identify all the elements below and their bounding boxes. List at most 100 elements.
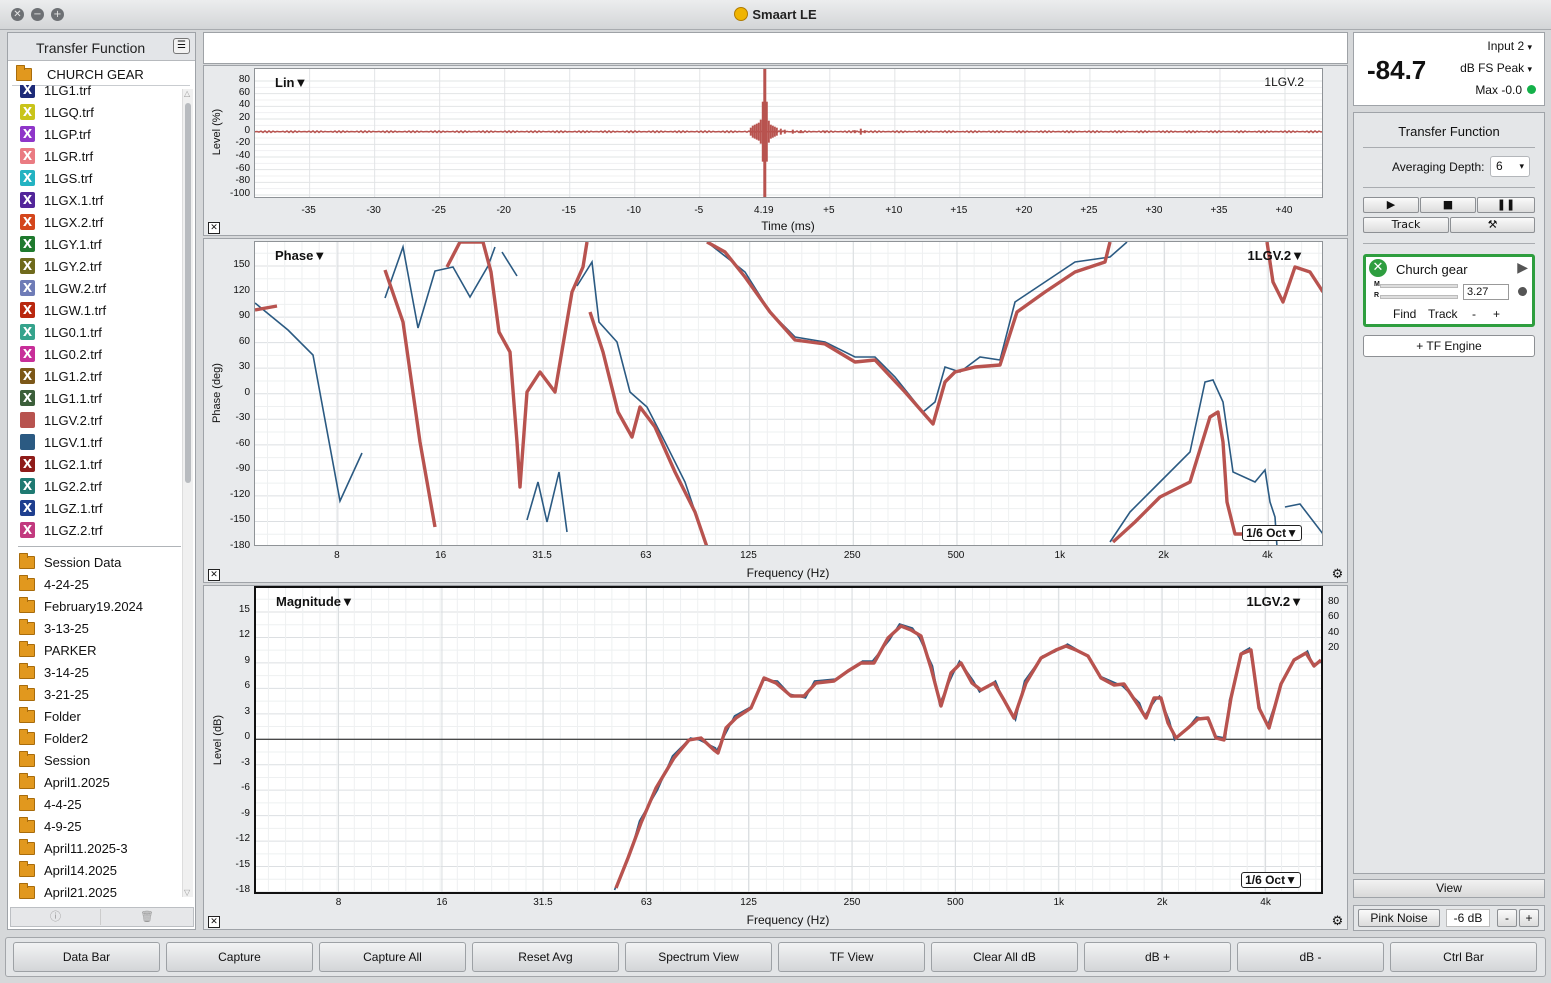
meter-input-select[interactable]: Input 2 ▾ bbox=[1487, 39, 1532, 53]
file-item[interactable]: X 1LGW.2.trf bbox=[18, 277, 183, 299]
trace-file-icon[interactable]: X bbox=[20, 456, 35, 472]
gear-icon[interactable]: ⚙ bbox=[1330, 914, 1345, 929]
command-button[interactable]: Clear All dB bbox=[931, 942, 1078, 972]
trace-file-icon[interactable]: X bbox=[20, 148, 35, 164]
record-icon[interactable] bbox=[1518, 287, 1527, 296]
scroll-thumb[interactable] bbox=[185, 103, 191, 483]
command-button[interactable]: Spectrum View bbox=[625, 942, 772, 972]
scroll-up-icon[interactable]: △ bbox=[184, 89, 190, 98]
command-button[interactable]: dB + bbox=[1084, 942, 1231, 972]
file-item[interactable]: X 1LG2.2.trf bbox=[18, 475, 183, 497]
file-item[interactable]: X 1LG1.trf bbox=[18, 85, 183, 101]
trace-file-icon[interactable]: X bbox=[20, 126, 35, 142]
magnitude-smoothing-select[interactable]: 1/6 Oct▼ bbox=[1241, 872, 1301, 888]
file-item[interactable]: X 1LGQ.trf bbox=[18, 101, 183, 123]
folder-item[interactable]: April14.2025 bbox=[18, 859, 183, 881]
trace-file-icon[interactable]: X bbox=[20, 258, 35, 274]
averaging-select[interactable]: 6 ▾ bbox=[1490, 156, 1530, 177]
engine-play-icon[interactable]: ▶ bbox=[1517, 260, 1528, 276]
magnitude-trace-label[interactable]: 1LGV.2▼ bbox=[1247, 594, 1303, 609]
trace-file-icon[interactable] bbox=[20, 412, 35, 428]
file-item[interactable]: X 1LGY.1.trf bbox=[18, 233, 183, 255]
file-item[interactable]: X 1LG0.1.trf bbox=[18, 321, 183, 343]
command-button[interactable]: Ctrl Bar bbox=[1390, 942, 1537, 972]
tf-engine-card[interactable]: ✕ Church gear ▶ M R 3.27 Find Track - + bbox=[1363, 254, 1535, 327]
file-item[interactable]: X 1LGZ.1.trf bbox=[18, 497, 183, 519]
file-item[interactable]: X 1LGW.1.trf bbox=[18, 299, 183, 321]
trace-file-icon[interactable] bbox=[20, 434, 35, 450]
root-folder[interactable]: CHURCH GEAR bbox=[12, 64, 190, 86]
file-item[interactable]: X 1LGR.trf bbox=[18, 145, 183, 167]
file-item[interactable]: X 1LG2.1.trf bbox=[18, 453, 183, 475]
find-button[interactable]: Find bbox=[1393, 307, 1416, 321]
folder-item[interactable]: 4-4-25 bbox=[18, 793, 183, 815]
folder-item[interactable]: April1.2025 bbox=[18, 771, 183, 793]
file-item[interactable]: X 1LG0.2.trf bbox=[18, 343, 183, 365]
trace-file-icon[interactable]: X bbox=[20, 324, 35, 340]
stop-button[interactable]: ■ bbox=[1420, 197, 1476, 213]
add-tf-engine-button[interactable]: + TF Engine bbox=[1363, 335, 1535, 357]
phase-title[interactable]: Phase▼ bbox=[275, 248, 326, 263]
trace-file-icon[interactable]: X bbox=[20, 522, 35, 538]
trace-file-icon[interactable]: X bbox=[20, 214, 35, 230]
folder-item[interactable]: 4-9-25 bbox=[18, 815, 183, 837]
file-item[interactable]: X 1LG1.1.trf bbox=[18, 387, 183, 409]
folder-item[interactable]: April21.2025 bbox=[18, 881, 183, 903]
folder-item[interactable]: PARKER bbox=[18, 639, 183, 661]
folder-item[interactable]: Session bbox=[18, 749, 183, 771]
trace-file-icon[interactable]: X bbox=[20, 170, 35, 186]
folder-item[interactable]: 4-24-25 bbox=[18, 573, 183, 595]
command-button[interactable]: Reset Avg bbox=[472, 942, 619, 972]
impulse-title[interactable]: Lin▼ bbox=[275, 75, 307, 90]
pink-noise-button[interactable]: Pink Noise bbox=[1358, 909, 1440, 927]
engine-track-button[interactable]: Track bbox=[1428, 307, 1458, 321]
trace-file-icon[interactable]: X bbox=[20, 346, 35, 362]
magnitude-plot-area[interactable]: Magnitude▼ 1LGV.2▼ 1/6 Oct▼ bbox=[254, 586, 1323, 894]
folder-item[interactable]: April11.2025-3 bbox=[18, 837, 183, 859]
command-button[interactable]: TF View bbox=[778, 942, 925, 972]
magnitude-title[interactable]: Magnitude▼ bbox=[276, 594, 354, 609]
meter-unit-select[interactable]: dB FS Peak ▾ bbox=[1460, 61, 1532, 75]
command-button[interactable]: Data Bar bbox=[13, 942, 160, 972]
trace-file-icon[interactable]: X bbox=[20, 85, 35, 98]
trace-file-icon[interactable]: X bbox=[20, 478, 35, 494]
file-item[interactable]: X 1LGX.1.trf bbox=[18, 189, 183, 211]
play-button[interactable]: ▶ bbox=[1363, 197, 1419, 213]
scroll-down-icon[interactable]: ▽ bbox=[184, 888, 190, 897]
info-icon[interactable]: ⓘ bbox=[11, 909, 101, 925]
browser-menu-icon[interactable]: ☰ bbox=[173, 38, 190, 54]
track-button[interactable]: Track bbox=[1363, 217, 1449, 233]
trace-file-icon[interactable]: X bbox=[20, 390, 35, 406]
phase-smoothing-select[interactable]: 1/6 Oct▼ bbox=[1242, 525, 1302, 541]
close-plot-icon[interactable]: ✕ bbox=[208, 222, 220, 234]
folder-item[interactable]: Folder bbox=[18, 705, 183, 727]
trace-file-icon[interactable]: X bbox=[20, 104, 35, 120]
file-item[interactable]: X 1LGP.trf bbox=[18, 123, 183, 145]
trace-file-icon[interactable]: X bbox=[20, 368, 35, 384]
trace-file-icon[interactable]: X bbox=[20, 192, 35, 208]
trace-file-icon[interactable]: X bbox=[20, 500, 35, 516]
trace-file-icon[interactable]: X bbox=[20, 280, 35, 296]
file-item[interactable]: X 1LGZ.2.trf bbox=[18, 519, 183, 541]
command-button[interactable]: Capture bbox=[166, 942, 313, 972]
folder-item[interactable]: 3-13-25 bbox=[18, 617, 183, 639]
file-item[interactable]: X 1LGX.2.trf bbox=[18, 211, 183, 233]
impulse-plot-area[interactable]: Lin▼ 1LGV.2 bbox=[254, 68, 1323, 198]
generator-minus-button[interactable]: - bbox=[1497, 909, 1517, 927]
folder-item[interactable]: 3-21-25 bbox=[18, 683, 183, 705]
pause-button[interactable]: ❚❚ bbox=[1477, 197, 1535, 213]
folder-item[interactable]: 3-14-25 bbox=[18, 661, 183, 683]
phase-plot-area[interactable]: Phase▼ 1LGV.2▼ 1/6 Oct▼ bbox=[254, 241, 1323, 546]
generator-level-field[interactable]: -6 dB bbox=[1446, 909, 1490, 927]
delay-minus-button[interactable]: - bbox=[1472, 307, 1476, 321]
file-item[interactable]: X 1LG1.2.trf bbox=[18, 365, 183, 387]
tools-button[interactable]: ⚒ bbox=[1450, 217, 1535, 233]
file-item[interactable]: 1LGV.2.trf bbox=[18, 409, 183, 431]
file-item[interactable]: 1LGV.1.trf bbox=[18, 431, 183, 453]
trace-file-icon[interactable]: X bbox=[20, 302, 35, 318]
file-item[interactable]: X 1LGS.trf bbox=[18, 167, 183, 189]
trace-file-icon[interactable]: X bbox=[20, 236, 35, 252]
gear-icon[interactable]: ⚙ bbox=[1330, 567, 1345, 582]
browser-scrollbar[interactable]: △ ▽ bbox=[182, 89, 193, 897]
command-button[interactable]: dB - bbox=[1237, 942, 1384, 972]
